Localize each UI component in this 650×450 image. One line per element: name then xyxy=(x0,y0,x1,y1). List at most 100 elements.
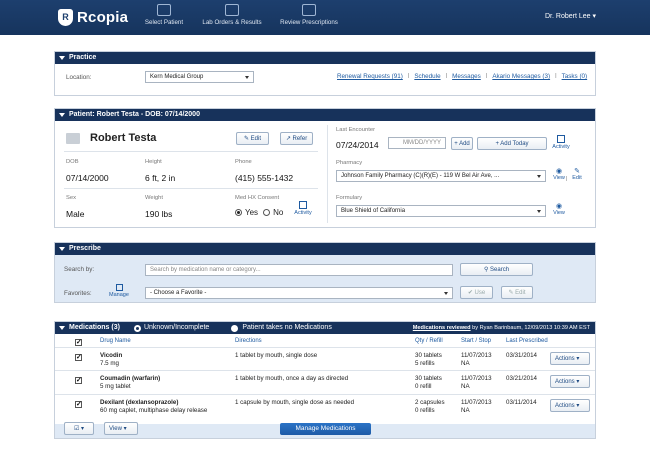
use-button[interactable]: ✔ Use xyxy=(460,286,493,299)
drug-name[interactable]: Vicodin xyxy=(100,352,122,359)
favorites-label: Favorites: xyxy=(64,290,92,297)
weight-label: Weight xyxy=(145,195,163,201)
prescribe-header-label: Prescribe xyxy=(69,245,101,252)
patient-panel: Patient: Robert Testa - DOB: 07/14/2000 … xyxy=(54,108,596,228)
col-last-prescribed[interactable]: Last Prescribed xyxy=(506,338,548,344)
pharmacy-select[interactable]: Johnson Family Pharmacy (C)(R)(E) - 119 … xyxy=(336,170,546,182)
clipboard-icon xyxy=(225,4,239,16)
formulary-select[interactable]: Blue Shield of California xyxy=(336,205,546,217)
row-checkbox[interactable]: ✓ xyxy=(75,354,82,361)
eye-icon: ◉ xyxy=(555,168,563,175)
check-icon: ✔ xyxy=(467,290,475,296)
nav-select-patient-label: Select Patient xyxy=(144,19,184,26)
encounter-activity-link[interactable]: Activity xyxy=(549,135,573,150)
akario-messages-link[interactable]: Akario Messages (3) xyxy=(492,73,550,80)
edit-favorite-label: Edit xyxy=(515,290,526,296)
pharmacy-edit-link[interactable]: ✎ Edit xyxy=(571,167,583,181)
formulary-label: Formulary xyxy=(336,195,363,201)
drug-refill: 0 refill xyxy=(415,383,432,390)
actions-button[interactable]: Actions ▾ xyxy=(550,352,590,365)
nav-lab-orders[interactable]: Lab Orders & Results xyxy=(202,4,262,26)
unknown-label: Unknown/Incomplete xyxy=(143,324,210,331)
nav-review-rx[interactable]: Review Prescriptions xyxy=(279,4,339,26)
add-encounter-button[interactable]: + Add xyxy=(451,137,473,150)
app-logo[interactable]: R Rcopia xyxy=(58,7,128,27)
calendar-icon xyxy=(557,135,565,143)
row-checkbox[interactable]: ✓ xyxy=(75,377,82,384)
view-dropdown[interactable]: View ▾ xyxy=(104,422,138,435)
drug-stop: NA xyxy=(461,407,470,414)
sex-label: Sex xyxy=(66,195,76,201)
medications-header-label: Medications (3) xyxy=(69,324,120,331)
practice-header-label: Practice xyxy=(69,54,97,61)
add-today-button[interactable]: + Add Today xyxy=(477,137,547,150)
col-qty-refill[interactable]: Qty / Refill xyxy=(415,338,443,344)
use-button-label: Use xyxy=(474,290,486,296)
unknown-radio[interactable] xyxy=(133,324,141,332)
favorites-select[interactable]: - Choose a Favorite - xyxy=(145,287,453,299)
consent-no-radio[interactable] xyxy=(263,209,271,216)
last-encounter-value: 07/24/2014 xyxy=(336,140,379,150)
actions-button[interactable]: Actions ▾ xyxy=(550,375,590,388)
consent-yes-label: Yes xyxy=(245,208,259,217)
drug-refill: 5 refills xyxy=(415,360,435,367)
tasks-link[interactable]: Tasks (0) xyxy=(562,73,588,80)
edit-icon: ✎ xyxy=(243,136,251,142)
divider xyxy=(55,370,595,371)
refer-icon: ↗ xyxy=(285,136,293,142)
view-dropdown-label: View xyxy=(109,426,122,432)
practice-panel: Practice Location: Kern Medical Group Re… xyxy=(54,51,596,96)
divider xyxy=(55,347,595,348)
refer-button[interactable]: ↗ Refer xyxy=(280,132,313,145)
prescribe-panel: Prescribe Search by: Search by medicatio… xyxy=(54,242,596,303)
user-menu[interactable]: Dr. Robert Lee ▾ xyxy=(545,12,596,20)
actions-label: Actions xyxy=(555,356,575,362)
col-start-stop[interactable]: Start / Stop xyxy=(461,338,491,344)
col-directions[interactable]: Directions xyxy=(235,338,262,344)
consent-no-label: No xyxy=(273,208,284,217)
search-button[interactable]: ⚲ Search xyxy=(460,263,533,276)
medication-search-input[interactable]: Search by medication name or category... xyxy=(145,264,453,276)
collapse-icon[interactable] xyxy=(59,326,65,330)
row-checkbox[interactable]: ✓ xyxy=(75,401,82,408)
encounter-date-input[interactable]: MM/DD/YYYY xyxy=(388,137,446,149)
no-meds-radio[interactable] xyxy=(231,324,239,332)
select-all-checkbox[interactable]: ✓ xyxy=(75,339,82,346)
practice-header[interactable]: Practice xyxy=(55,52,595,64)
bulk-select-dropdown[interactable]: ☑ ▾ xyxy=(64,422,94,435)
messages-link[interactable]: Messages xyxy=(452,73,481,80)
list-icon xyxy=(115,284,123,291)
manage-favorites-label: Manage xyxy=(109,292,129,298)
formulary-view-link[interactable]: ◉ View xyxy=(553,202,565,216)
drug-qty: 2 capsules xyxy=(415,399,445,406)
pharmacy-view-link[interactable]: ◉ View xyxy=(553,167,565,181)
edit-favorite-button[interactable]: ✎ Edit xyxy=(501,286,533,299)
consent-yes-radio[interactable] xyxy=(235,209,242,216)
col-drug-name[interactable]: Drug Name xyxy=(100,338,131,344)
schedule-link[interactable]: Schedule xyxy=(414,73,440,80)
location-select[interactable]: Kern Medical Group xyxy=(145,71,254,83)
divider xyxy=(55,394,595,395)
patient-header[interactable]: Patient: Robert Testa - DOB: 07/14/2000 xyxy=(55,109,595,121)
drug-name[interactable]: Dexilant (dexlansoprazole) xyxy=(100,399,178,406)
manage-medications-button[interactable]: Manage Medications xyxy=(280,423,371,435)
weight-value: 190 lbs xyxy=(145,209,173,219)
divider xyxy=(64,188,318,189)
chevron-down-icon: ▾ xyxy=(121,426,127,432)
reviewed-link[interactable]: Medications reviewed xyxy=(413,325,471,331)
chevron-down-icon: ▾ xyxy=(574,403,580,409)
dob-value: 07/14/2000 xyxy=(66,173,109,183)
nav-select-patient[interactable]: Select Patient xyxy=(144,4,184,26)
dob-label: DOB xyxy=(66,159,79,165)
divider xyxy=(327,125,328,223)
drug-stop: NA xyxy=(461,360,470,367)
actions-button[interactable]: Actions ▾ xyxy=(550,399,590,412)
consent-activity-link[interactable]: Activity xyxy=(291,201,315,216)
renewal-requests-link[interactable]: Renewal Requests (91) xyxy=(337,73,403,80)
drug-directions: 1 capsule by mouth, single dose as neede… xyxy=(235,399,355,406)
prescribe-header[interactable]: Prescribe xyxy=(55,243,595,255)
edit-patient-label: Edit xyxy=(250,136,262,142)
edit-patient-button[interactable]: ✎ Edit xyxy=(236,132,269,145)
manage-favorites-link[interactable]: Manage xyxy=(107,284,131,298)
drug-name[interactable]: Coumadin (warfarin) xyxy=(100,375,160,382)
